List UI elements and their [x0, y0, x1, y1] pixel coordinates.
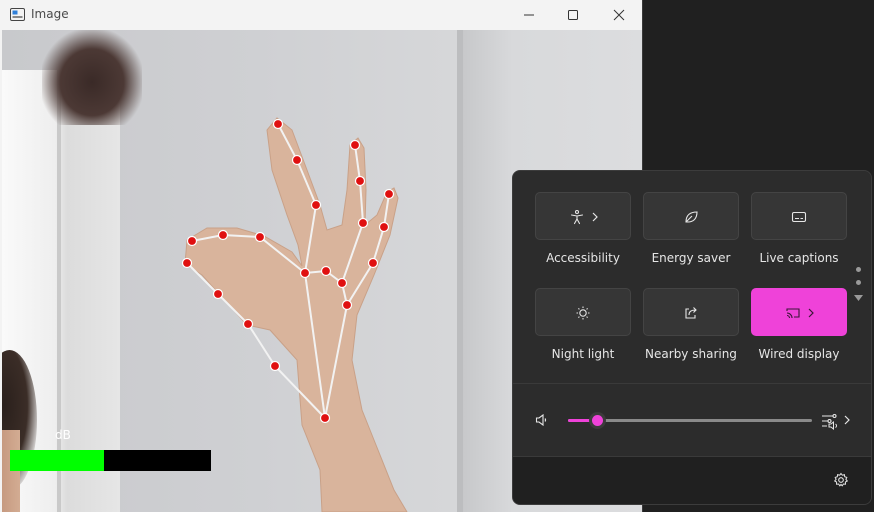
landmark-index-mcp — [299, 267, 311, 279]
tile-live-captions[interactable] — [751, 192, 847, 240]
tile-label-wired-display: Wired display — [758, 347, 840, 361]
share-icon — [685, 307, 697, 319]
db-label: dB — [55, 428, 71, 442]
chevron-right-icon — [808, 308, 814, 318]
quick-settings-panel: Accessibility Energy saver Live captions… — [512, 170, 872, 505]
accessibility-icon — [570, 209, 584, 225]
tile-label-accessibility: Accessibility — [546, 251, 620, 265]
landmark-middle-pip — [310, 199, 322, 211]
landmark-pinky-tip — [383, 188, 395, 200]
captions-icon — [791, 211, 807, 223]
landmark-wrist — [319, 412, 331, 424]
energy-saver-leaf-icon — [685, 211, 698, 223]
settings-gear-icon[interactable] — [833, 472, 849, 488]
landmark-thumb-mcp — [242, 318, 254, 330]
hand-photo — [184, 117, 408, 512]
tile-energy-saver[interactable] — [643, 192, 739, 240]
volume-meter-fill — [10, 450, 104, 471]
landmark-middle-dip — [291, 154, 303, 166]
landmark-index-pip — [254, 231, 266, 243]
tile-accessibility[interactable] — [535, 192, 631, 240]
cast-display-icon — [786, 308, 800, 319]
page-dot — [856, 280, 861, 285]
divider — [513, 383, 871, 384]
landmark-middle-mcp — [320, 265, 332, 277]
minimize-button[interactable] — [506, 0, 552, 30]
landmark-ring-tip — [349, 139, 361, 151]
close-button[interactable] — [596, 0, 642, 30]
landmark-middle-tip — [272, 118, 284, 130]
landmark-thumb-cmc — [269, 360, 281, 372]
tile-nearby-sharing[interactable] — [643, 288, 739, 336]
landmark-ring-dip — [354, 175, 366, 187]
landmark-pinky-mcp — [341, 299, 353, 311]
night-light-icon — [576, 306, 590, 320]
landmark-index-tip — [186, 235, 198, 247]
quick-settings-footer — [513, 456, 871, 504]
audio-output-settings-icon[interactable] — [821, 412, 841, 430]
landmark-index-dip — [217, 229, 229, 241]
speaker-icon[interactable] — [535, 413, 549, 427]
scroll-down-arrow-icon[interactable] — [854, 294, 863, 302]
landmark-thumb-tip — [181, 257, 193, 269]
tile-wired-display[interactable] — [751, 288, 847, 336]
tile-label-nearby-sharing: Nearby sharing — [645, 347, 737, 361]
image-window-icon — [10, 8, 25, 21]
landmark-ring-mcp — [336, 277, 348, 289]
window-title: Image — [31, 7, 69, 21]
volume-meter — [10, 450, 211, 471]
tile-label-energy-saver: Energy saver — [651, 251, 731, 265]
landmark-pinky-dip — [378, 221, 390, 233]
chevron-right-icon[interactable] — [843, 413, 851, 427]
close-icon — [613, 9, 625, 21]
maximize-icon — [568, 10, 578, 20]
tile-label-live-captions: Live captions — [759, 251, 839, 265]
tile-night-light[interactable] — [535, 288, 631, 336]
minimize-icon — [524, 14, 534, 16]
chevron-right-icon — [592, 212, 598, 222]
title-bar[interactable]: Image — [0, 0, 642, 30]
landmark-thumb-ip — [212, 288, 224, 300]
maximize-button[interactable] — [550, 0, 596, 30]
tile-label-night-light: Night light — [551, 347, 615, 361]
landmark-ring-pip — [357, 217, 369, 229]
landmark-pinky-pip — [367, 257, 379, 269]
volume-slider-thumb[interactable] — [589, 412, 606, 429]
page-dot — [856, 267, 861, 272]
